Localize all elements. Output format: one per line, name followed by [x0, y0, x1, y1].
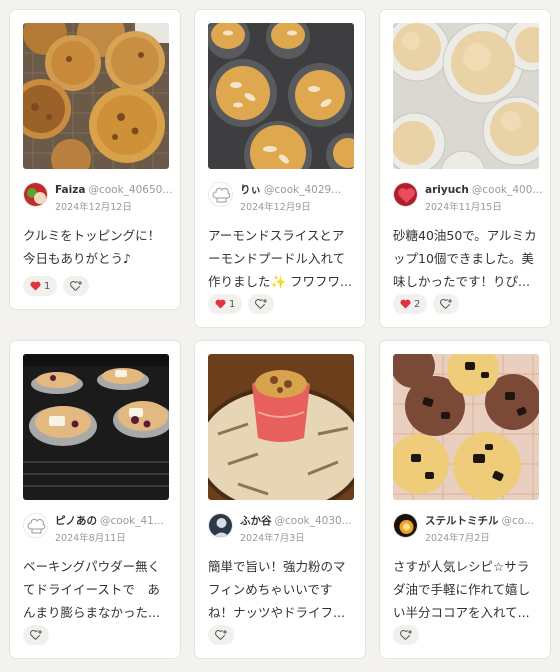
cooksnap-comment: さすが人気レシピ☆サラダ油で手軽に作れて嬉しい半分ココアを入れて...	[393, 559, 531, 620]
add-reaction-icon	[214, 630, 227, 640]
user-handle: @cook_40650...	[88, 184, 173, 196]
cooksnap-card[interactable]: ariyuch @cook_400... 2024年11月15日 砂糖40油50で…	[380, 10, 550, 327]
add-reaction-button[interactable]	[393, 625, 419, 645]
chef-hat-icon	[209, 183, 232, 206]
user-handle: @cook_4029...	[264, 184, 342, 196]
like-count: 1	[44, 280, 51, 292]
add-reaction-button[interactable]	[23, 625, 49, 645]
reaction-bar: 1	[23, 276, 90, 296]
user-name[interactable]: Faiza	[55, 184, 85, 196]
add-reaction-button[interactable]	[63, 276, 90, 296]
author-info[interactable]: ariyuch @cook_400... 2024年11月15日	[393, 182, 543, 213]
user-avatar[interactable]	[23, 182, 48, 207]
add-reaction-button[interactable]	[433, 294, 460, 314]
cooksnap-grid: Faiza @cook_40650... 2024年12月12日 クルミをトッピン…	[0, 0, 560, 672]
author-info[interactable]: ピノあの @cook_41... 2024年8月11日	[23, 513, 173, 544]
like-count: 1	[229, 298, 236, 310]
user-name[interactable]: りぃ	[240, 184, 261, 196]
reaction-bar	[208, 625, 234, 645]
cooksnap-photo[interactable]	[23, 354, 169, 500]
cooksnap-photo[interactable]	[393, 23, 539, 169]
cooksnap-photo[interactable]	[23, 23, 169, 169]
reaction-bar	[23, 625, 49, 645]
like-count: 2	[414, 298, 421, 310]
cooksnap-photo[interactable]	[393, 354, 539, 500]
like-button[interactable]: 2	[393, 294, 428, 314]
reaction-bar: 2	[393, 294, 460, 314]
add-reaction-icon	[399, 630, 412, 640]
author-info[interactable]: りぃ @cook_4029... 2024年12月9日	[208, 182, 358, 213]
like-button[interactable]: 1	[208, 294, 243, 314]
post-date: 2024年7月3日	[240, 533, 305, 544]
cooksnap-comment: 簡単で旨い！強力粉のマフィンめちゃいいですね！ナッツやドライフ...	[208, 559, 346, 620]
user-avatar[interactable]	[208, 513, 233, 538]
cooksnap-card[interactable]: ピノあの @cook_41... 2024年8月11日 ベーキングパウダー無くてド…	[10, 341, 180, 658]
add-reaction-icon	[29, 630, 42, 640]
user-handle: @co...	[501, 515, 535, 527]
heart-icon	[400, 299, 411, 309]
cooksnap-comment: ベーキングパウダー無くてドライイーストで あんまり膨らまなかった...	[23, 559, 161, 620]
user-name[interactable]: ステルトミチル	[425, 515, 499, 527]
post-date: 2024年12月9日	[240, 202, 311, 213]
add-reaction-button[interactable]	[248, 294, 275, 314]
cooksnap-photo[interactable]	[208, 354, 354, 500]
author-info[interactable]: Faiza @cook_40650... 2024年12月12日	[23, 182, 173, 213]
add-reaction-icon	[69, 281, 82, 291]
heart-icon	[215, 299, 226, 309]
author-info[interactable]: ふか谷 @cook_4030... 2024年7月3日	[208, 513, 358, 544]
user-name[interactable]: ふか谷	[240, 515, 272, 527]
cooksnap-card[interactable]: Faiza @cook_40650... 2024年12月12日 クルミをトッピン…	[10, 10, 180, 309]
cooksnap-comment: 砂糖40油50で。アルミカップ10個できました。美味しかったです！りぴ...	[393, 228, 537, 289]
add-reaction-button[interactable]	[208, 625, 234, 645]
cooksnap-card[interactable]: りぃ @cook_4029... 2024年12月9日 アーモンドスライスとアーモ…	[195, 10, 365, 327]
like-button[interactable]: 1	[23, 276, 58, 296]
user-handle: @cook_400...	[471, 184, 543, 196]
chef-hat-icon	[24, 514, 47, 537]
heart-icon	[30, 281, 41, 291]
user-name[interactable]: ピノあの	[55, 515, 97, 527]
user-handle: @cook_4030...	[274, 515, 352, 527]
reaction-bar	[393, 625, 419, 645]
user-name[interactable]: ariyuch	[425, 184, 469, 196]
post-date: 2024年7月2日	[425, 533, 490, 544]
cooksnap-photo[interactable]	[208, 23, 354, 169]
post-date: 2024年8月11日	[55, 533, 126, 544]
user-avatar[interactable]	[393, 182, 418, 207]
cooksnap-card[interactable]: ふか谷 @cook_4030... 2024年7月3日 簡単で旨い！強力粉のマフィ…	[195, 341, 365, 658]
reaction-bar: 1	[208, 294, 275, 314]
post-date: 2024年11月15日	[425, 202, 502, 213]
author-info[interactable]: ステルトミチル @co... 2024年7月2日	[393, 513, 543, 544]
user-avatar[interactable]	[23, 513, 48, 538]
user-handle: @cook_41...	[100, 515, 164, 527]
cooksnap-card[interactable]: ステルトミチル @co... 2024年7月2日 さすが人気レシピ☆サラダ油で手軽…	[380, 341, 550, 658]
cooksnap-comment: アーモンドスライスとアーモンドプードル入れて作りました✨ フワフワ...	[208, 228, 352, 289]
add-reaction-icon	[254, 299, 267, 309]
user-avatar[interactable]	[208, 182, 233, 207]
add-reaction-icon	[439, 299, 452, 309]
post-date: 2024年12月12日	[55, 202, 132, 213]
user-avatar[interactable]	[393, 513, 418, 538]
